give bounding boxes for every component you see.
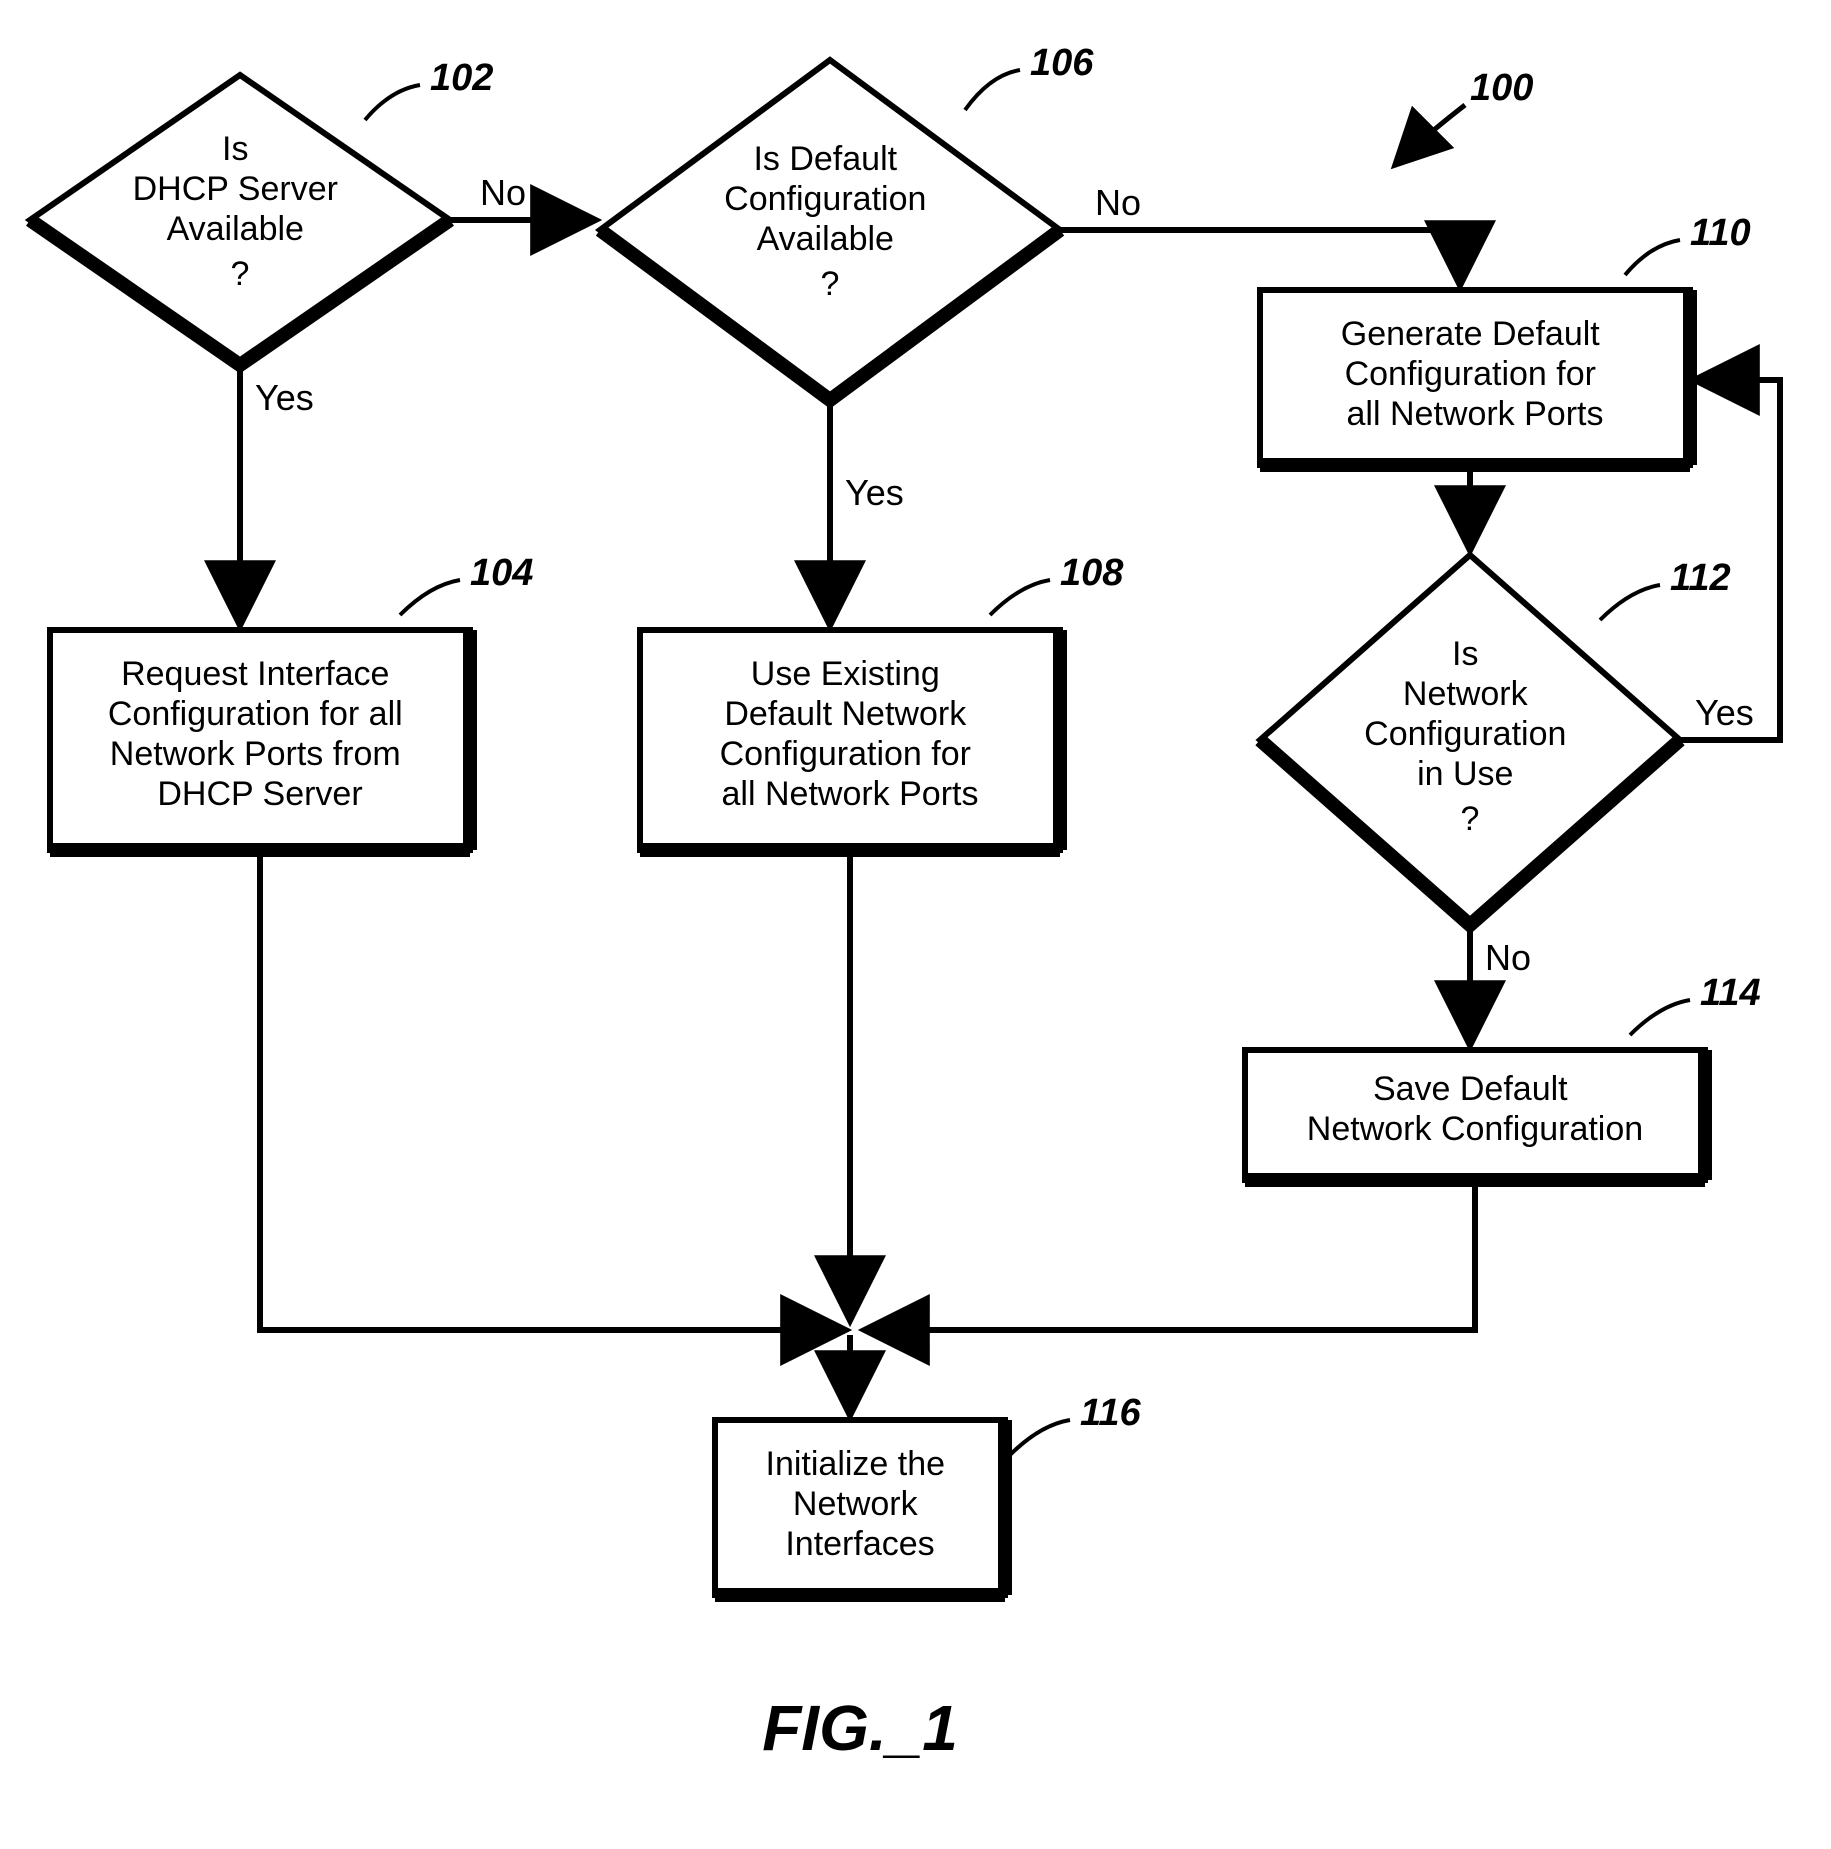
svg-text:Generate Default Configu: Generate Default Configuration for all N… (1341, 315, 1609, 433)
ref-106: 106 (1030, 42, 1094, 84)
process-save-default-config: Save Default Network Configuration (1245, 1050, 1705, 1180)
label-106-no: No (1095, 182, 1141, 223)
ref-116: 116 (1080, 1392, 1141, 1434)
ref-114: 114 (1700, 972, 1761, 1014)
ref-110: 110 (1690, 212, 1751, 254)
process-generate-default-config: Generate Default Configuration for all N… (1260, 290, 1690, 465)
label-112-yes: Yes (1695, 692, 1754, 733)
svg-text:Initialize the Network: Initialize the Network Interfaces (766, 1445, 955, 1563)
flowchart: Is DHCP Server Available ? 102 Is Defaul… (0, 0, 1831, 1849)
label-102-no: No (480, 172, 526, 213)
ref-108: 108 (1060, 552, 1124, 594)
process-use-existing-default: Use Existing Default Network Configurati… (640, 630, 1060, 850)
process-request-interface-config: Request Interface Configuration for all … (50, 630, 470, 850)
ref-104: 104 (470, 552, 533, 594)
svg-text:100: 100 (1470, 67, 1533, 109)
label-102-yes: Yes (255, 377, 314, 418)
edge-104-merge (260, 850, 845, 1330)
decision-dhcp-server-available: Is DHCP Server Available ? (30, 75, 450, 365)
edge-106-no-110 (1060, 230, 1460, 285)
decision-config-in-use: Is Network Configuration in Use ? (1260, 555, 1680, 925)
figure-label: FIG._1 (762, 1692, 958, 1764)
ref-112: 112 (1670, 557, 1731, 599)
ref-overall: 100 (1395, 67, 1533, 165)
edge-114-merge (865, 1180, 1475, 1330)
label-112-no: No (1485, 937, 1531, 978)
ref-102: 102 (430, 57, 493, 99)
label-106-yes: Yes (845, 472, 904, 513)
decision-default-config-available: Is Default Configuration Available ? (600, 60, 1060, 400)
process-initialize-interfaces: Initialize the Network Interfaces (715, 1420, 1005, 1595)
